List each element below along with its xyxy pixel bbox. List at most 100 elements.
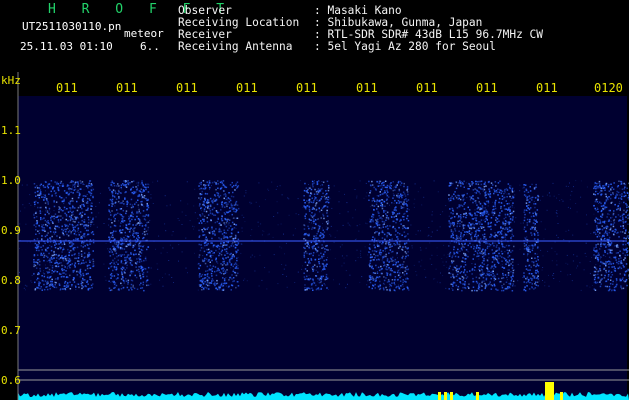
burst-pixel xyxy=(222,261,224,263)
noise-speck xyxy=(410,224,412,226)
noise-speck xyxy=(369,218,371,220)
burst-pixel xyxy=(200,207,203,209)
burst-pixel xyxy=(453,282,456,284)
noise-speck xyxy=(116,273,118,274)
burst-pixel xyxy=(125,251,127,253)
burst-pixel xyxy=(216,288,219,291)
noise-speck xyxy=(364,246,366,248)
burst-pixel xyxy=(57,186,59,189)
burst-pixel xyxy=(493,265,495,267)
burst-pixel xyxy=(400,193,402,196)
burst-pixel xyxy=(219,285,222,287)
burst-pixel xyxy=(488,243,490,245)
burst-pixel xyxy=(393,271,395,273)
burst-pixel xyxy=(308,262,310,264)
burst-pixel xyxy=(134,243,136,246)
burst-pixel xyxy=(82,274,85,277)
burst-pixel xyxy=(127,182,129,184)
burst-pixel xyxy=(126,200,129,203)
burst-pixel xyxy=(523,219,526,222)
burst-pixel xyxy=(478,265,481,268)
burst-pixel xyxy=(236,259,238,262)
burst-pixel xyxy=(233,263,236,266)
burst-pixel xyxy=(213,207,216,209)
burst-pixel xyxy=(480,284,482,287)
burst-pixel xyxy=(141,225,144,227)
burst-pixel xyxy=(200,183,202,186)
noise-speck xyxy=(536,213,538,215)
burst-pixel xyxy=(214,221,217,224)
burst-pixel xyxy=(46,225,49,227)
noise-speck xyxy=(591,285,593,286)
burst-pixel xyxy=(67,285,69,288)
burst-pixel xyxy=(206,200,209,202)
burst-pixel xyxy=(319,190,322,192)
burst-pixel xyxy=(395,206,397,208)
burst-pixel xyxy=(494,266,497,268)
burst-pixel xyxy=(206,238,208,240)
burst-pixel xyxy=(524,184,527,186)
noise-speck xyxy=(96,226,98,228)
burst-pixel xyxy=(452,289,454,291)
burst-pixel xyxy=(35,249,38,252)
burst-pixel xyxy=(326,206,329,208)
burst-pixel xyxy=(498,247,500,249)
burst-pixel xyxy=(509,283,512,286)
noise-speck xyxy=(507,269,508,271)
burst-pixel xyxy=(231,186,234,188)
noise-speck xyxy=(556,253,558,255)
burst-pixel xyxy=(54,284,56,286)
burst-pixel xyxy=(121,247,123,249)
burst-pixel xyxy=(59,195,61,198)
noise-speck xyxy=(567,274,569,276)
burst-pixel xyxy=(475,276,478,279)
burst-pixel xyxy=(207,184,210,187)
burst-pixel xyxy=(48,223,51,225)
noise-speck xyxy=(187,203,189,205)
burst-pixel xyxy=(231,278,233,280)
burst-pixel xyxy=(73,189,75,191)
burst-pixel xyxy=(61,200,63,203)
burst-pixel xyxy=(527,204,530,206)
burst-pixel xyxy=(534,287,537,289)
burst-pixel xyxy=(57,278,59,281)
burst-pixel xyxy=(86,200,89,203)
burst-pixel xyxy=(469,185,471,187)
burst-pixel xyxy=(212,233,214,235)
burst-pixel xyxy=(125,183,127,186)
burst-pixel xyxy=(504,222,506,225)
noise-speck xyxy=(314,180,315,182)
burst-pixel xyxy=(313,199,315,202)
noise-speck xyxy=(511,236,513,238)
burst-pixel xyxy=(369,265,371,267)
burst-pixel xyxy=(487,181,490,183)
burst-pixel xyxy=(139,255,142,257)
burst-pixel xyxy=(39,189,42,191)
burst-pixel xyxy=(234,211,236,213)
burst-pixel xyxy=(143,197,145,199)
noise-speck xyxy=(536,258,538,260)
burst-pixel xyxy=(57,255,60,257)
burst-pixel xyxy=(57,221,60,223)
burst-pixel xyxy=(122,183,124,185)
burst-pixel xyxy=(224,223,226,226)
noise-speck xyxy=(200,210,202,212)
burst-pixel xyxy=(534,206,536,209)
noise-speck xyxy=(317,281,318,283)
burst-pixel xyxy=(71,197,74,200)
burst-pixel xyxy=(531,279,533,281)
burst-pixel xyxy=(216,279,218,282)
burst-pixel xyxy=(202,187,204,190)
noise-speck xyxy=(457,251,459,253)
burst-pixel xyxy=(529,251,531,253)
burst-pixel xyxy=(534,244,536,247)
burst-pixel xyxy=(395,215,397,217)
burst-pixel xyxy=(468,182,470,185)
noise-speck xyxy=(450,234,451,236)
burst-pixel xyxy=(198,274,201,277)
burst-pixel xyxy=(497,277,500,280)
burst-pixel xyxy=(450,235,453,237)
noise-speck xyxy=(580,180,582,182)
burst-pixel xyxy=(40,183,42,186)
burst-pixel xyxy=(78,260,80,263)
